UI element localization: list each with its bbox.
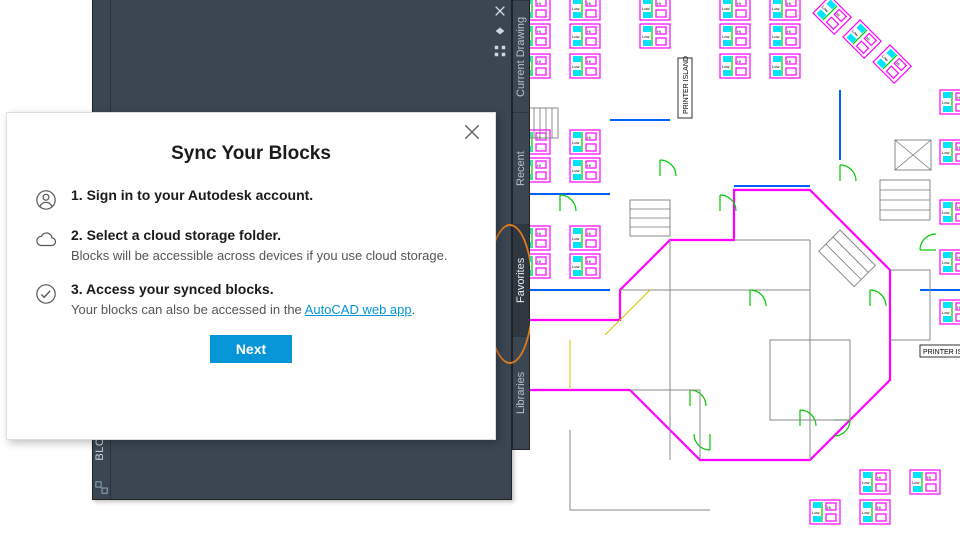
step-3-desc: Your blocks can also be accessed in the …: [71, 301, 467, 319]
grid-icon[interactable]: [493, 44, 507, 58]
blocks-icon: [95, 481, 109, 495]
step-1-heading: 1. Sign in to your Autodesk account.: [71, 187, 467, 203]
sync-blocks-dialog: Sync Your Blocks 1. Sign in to your Auto…: [6, 112, 496, 440]
panel-top-icons: [493, 4, 507, 58]
step-1: 1. Sign in to your Autodesk account.: [35, 187, 467, 211]
user-icon: [35, 189, 57, 211]
dialog-close-icon[interactable]: [463, 123, 481, 141]
drawing-canvas[interactable]: LowHi PRINTER ISLAND PRINTER ISLAN: [530, 0, 960, 540]
panel-side-tabs: Current Drawing Recent Favorites Librari…: [512, 0, 530, 450]
tab-recent[interactable]: Recent: [513, 112, 529, 224]
tab-current-drawing[interactable]: Current Drawing: [513, 0, 529, 112]
step-3-pre: Your blocks can also be accessed in the: [71, 302, 305, 317]
step-3-heading: 3. Access your synced blocks.: [71, 281, 467, 297]
step-3: 3. Access your synced blocks. Your block…: [35, 281, 467, 319]
label-printer-island-2: PRINTER ISLAN: [923, 349, 960, 356]
floorplan-svg: LowHi PRINTER ISLAND PRINTER ISLAN: [530, 0, 960, 540]
dialog-title: Sync Your Blocks: [35, 143, 467, 165]
collapse-icon[interactable]: [493, 24, 507, 38]
close-icon[interactable]: [493, 4, 507, 18]
step-2-desc: Blocks will be accessible across devices…: [71, 247, 467, 265]
step-3-post: .: [412, 302, 416, 317]
label-printer-island-1: PRINTER ISLAND: [683, 56, 690, 114]
autocad-web-app-link[interactable]: AutoCAD web app: [305, 302, 412, 317]
tab-libraries[interactable]: Libraries: [513, 336, 529, 448]
step-2-heading: 2. Select a cloud storage folder.: [71, 227, 467, 243]
check-circle-icon: [35, 283, 57, 305]
next-button[interactable]: Next: [210, 335, 292, 363]
cloud-icon: [35, 229, 57, 251]
step-2: 2. Select a cloud storage folder. Blocks…: [35, 227, 467, 265]
tab-favorites[interactable]: Favorites: [513, 224, 529, 336]
